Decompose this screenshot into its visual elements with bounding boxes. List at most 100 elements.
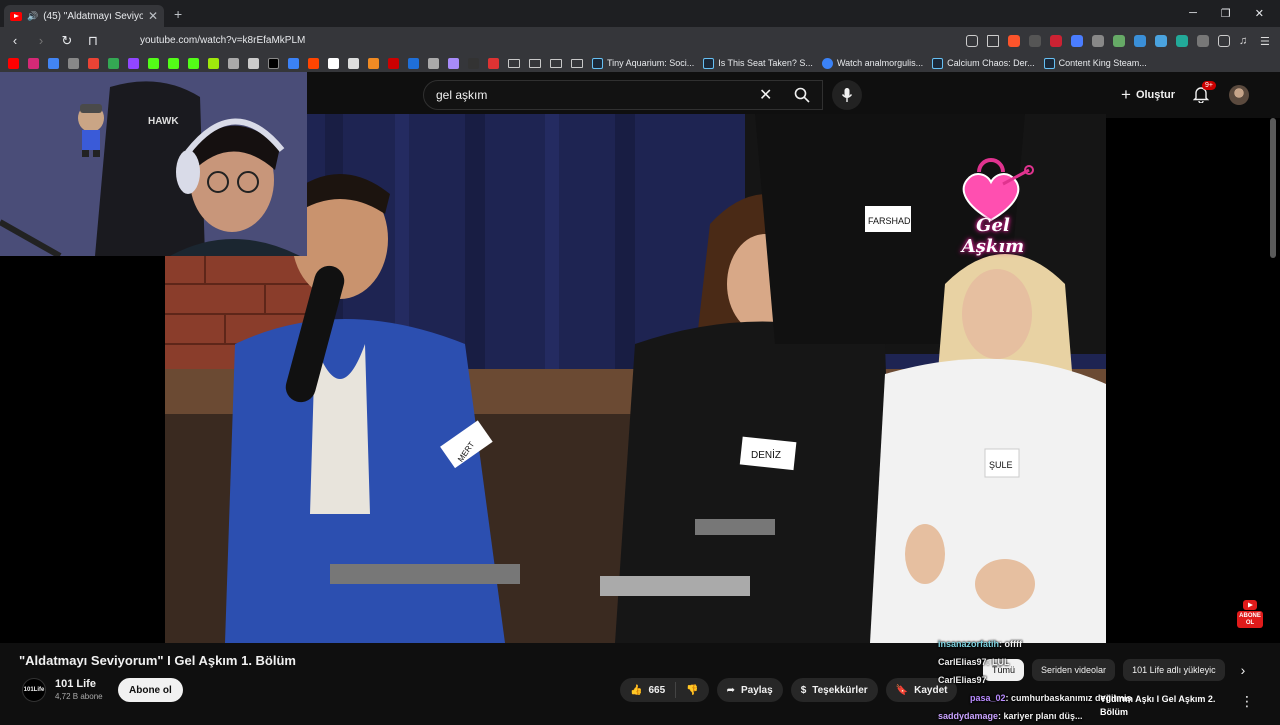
bookmark-icon[interactable]	[208, 57, 219, 69]
like-button[interactable]: 👍 665	[620, 678, 675, 702]
extension-icon[interactable]	[1155, 34, 1167, 47]
bookmark-icon[interactable]	[48, 57, 59, 69]
bookmark-icon[interactable]	[68, 57, 79, 69]
brave-icon[interactable]	[1008, 34, 1020, 47]
more-options-icon[interactable]: ⋮	[1240, 693, 1254, 710]
extension-icon[interactable]	[1071, 34, 1083, 47]
bookmark-link[interactable]: Calcium Chaos: Der...	[932, 57, 1035, 69]
bookmark-icon[interactable]	[368, 57, 379, 69]
bookmark-icon[interactable]	[228, 57, 239, 69]
plus-icon: +	[1121, 85, 1131, 104]
window-close-icon[interactable]: ✕	[1255, 7, 1264, 20]
reddit-bookmark-icon[interactable]	[308, 57, 319, 69]
extension-icon[interactable]	[1134, 34, 1146, 47]
video-title: "Aldatmayı Seviyorum" I Gel Aşkım 1. Böl…	[19, 653, 296, 668]
channel-avatar[interactable]: 101Life	[22, 678, 46, 702]
chat-text: : offff	[999, 639, 1022, 649]
bookmark-icon[interactable]: ⊓	[86, 33, 100, 49]
clear-search-icon[interactable]: ✕	[759, 80, 772, 110]
bookmarks-bar: Tiny Aquarium: Soci... Is This Seat Take…	[0, 54, 1280, 72]
instagram-bookmark-icon[interactable]	[28, 57, 39, 69]
bookmark-link[interactable]: Watch analmorgulis...	[821, 57, 923, 69]
channel-watermark[interactable]: ABONE OL	[1237, 600, 1263, 628]
bookmark-icon[interactable]	[448, 57, 459, 69]
create-button[interactable]: + Oluştur	[1121, 84, 1175, 106]
youtube-bookmark-icon[interactable]	[8, 57, 19, 69]
x-bookmark-icon[interactable]	[268, 57, 279, 69]
bookmark-label: Is This Seat Taken? S...	[718, 58, 813, 68]
chat-text: : LUL	[986, 657, 1010, 667]
bookmark-icon[interactable]	[468, 57, 479, 69]
extension-icon[interactable]	[1176, 34, 1188, 47]
next-video-title[interactable]: Yıldırım Aşkı I Gel Aşkım 2. Bölüm	[1100, 693, 1215, 719]
forward-icon[interactable]: ›	[34, 33, 48, 48]
page-scrollbar[interactable]	[1270, 118, 1276, 258]
twitch-bookmark-icon[interactable]	[128, 57, 139, 69]
chat-message: insanazorfatih: offff	[938, 635, 1238, 653]
name-tag-deniz: DENİZ	[751, 448, 781, 461]
extension-icon[interactable]	[1113, 34, 1125, 47]
like-count: 665	[648, 684, 666, 696]
bookmark-icon[interactable]	[328, 57, 339, 69]
steam-icon	[1043, 57, 1055, 69]
media-icon[interactable]: ♫	[1239, 35, 1251, 47]
webcam-scene: HAWK	[0, 72, 307, 256]
folder-icon[interactable]	[571, 58, 583, 68]
new-tab-icon[interactable]: +	[174, 6, 182, 22]
bookmark-icon[interactable]	[88, 57, 99, 69]
tab-close-icon[interactable]: ✕	[148, 9, 158, 23]
extension-icon[interactable]	[1029, 34, 1041, 47]
address-bar[interactable]: youtube.com/watch?v=k8rEfaMkPLM	[140, 35, 305, 46]
bookmark-icon[interactable]	[288, 57, 299, 69]
share-icon[interactable]	[987, 34, 999, 47]
name-tag-farshad: FARSHAD	[868, 216, 911, 226]
share-label: Paylaş	[740, 684, 773, 696]
name-tag-sule: ŞULE	[989, 460, 1013, 470]
thanks-button[interactable]: $ Teşekkürler	[790, 678, 878, 702]
dislike-button[interactable]: 👎	[676, 678, 708, 702]
restore-icon[interactable]: ❐	[1221, 7, 1231, 20]
search-button[interactable]	[782, 80, 822, 110]
back-icon[interactable]: ‹	[8, 33, 22, 48]
folder-icon[interactable]	[550, 58, 562, 68]
search-query: gel aşkım	[436, 88, 488, 102]
minimize-icon[interactable]: ─	[1189, 7, 1197, 20]
extensions-puzzle-icon[interactable]	[1218, 34, 1230, 47]
extension-icon[interactable]	[1092, 34, 1104, 47]
notification-badge: 9+	[1202, 81, 1216, 90]
audio-icon[interactable]: 🔊	[27, 11, 38, 22]
subscribe-button[interactable]: Abone ol	[118, 678, 183, 702]
channel-name[interactable]: 101 Life	[55, 678, 96, 690]
bookmark-icon[interactable]	[388, 57, 399, 69]
chevron-right-icon[interactable]: ›	[1241, 662, 1246, 678]
mascot-sticker-icon	[78, 104, 104, 157]
folder-icon[interactable]	[508, 58, 520, 68]
notifications-button[interactable]: 9+	[1192, 81, 1216, 108]
bookmark-icon	[821, 57, 833, 69]
bookmark-icon[interactable]	[108, 57, 119, 69]
cast-icon[interactable]	[966, 34, 978, 47]
amazon-bookmark-icon[interactable]	[348, 57, 359, 69]
watermark-label: ABONE OL	[1239, 613, 1261, 626]
bookmark-link[interactable]: Is This Seat Taken? S...	[703, 57, 813, 69]
extension-icon[interactable]	[1050, 34, 1062, 47]
share-arrow-icon: ➦	[726, 684, 735, 696]
bookmark-link[interactable]: Tiny Aquarium: Soci...	[592, 57, 694, 69]
bookmark-icon[interactable]	[408, 57, 419, 69]
window-controls: ─ ❐ ✕	[1189, 7, 1280, 20]
bookmark-link[interactable]: Content King Steam...	[1043, 57, 1147, 69]
bookmark-icon[interactable]	[428, 57, 439, 69]
kick-bookmark-icon[interactable]	[188, 57, 199, 69]
account-avatar[interactable]	[1229, 85, 1249, 105]
bookmark-icon[interactable]	[248, 57, 259, 69]
share-button[interactable]: ➦ Paylaş	[716, 678, 783, 702]
extension-icon[interactable]	[1197, 34, 1209, 47]
bookmark-icon[interactable]	[488, 57, 499, 69]
browser-tab-active[interactable]: 🔊 (45) "Aldatmayı Seviyorum" I ✕	[4, 5, 164, 27]
menu-icon[interactable]: ☰	[1260, 35, 1272, 48]
reload-icon[interactable]: ↻	[60, 33, 74, 49]
kick-bookmark-icon[interactable]	[148, 57, 159, 69]
voice-search-button[interactable]	[832, 80, 862, 110]
kick-bookmark-icon[interactable]	[168, 57, 179, 69]
folder-icon[interactable]	[529, 58, 541, 68]
